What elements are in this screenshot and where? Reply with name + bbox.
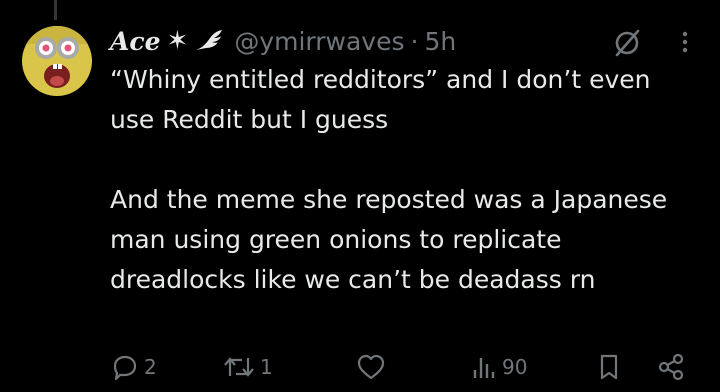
repost-icon (224, 357, 254, 377)
thread-line (54, 0, 57, 20)
bookmark-icon (600, 354, 618, 380)
more-icon[interactable] (676, 30, 694, 60)
repost-button[interactable]: 1 (222, 352, 273, 382)
timestamp[interactable]: 5h (424, 27, 456, 56)
repost-count: 1 (260, 355, 273, 379)
view-count: 90 (502, 355, 528, 379)
user-handle[interactable]: @ymirrwaves (234, 27, 404, 56)
bookmark-button[interactable] (594, 352, 624, 382)
grok-icon[interactable] (612, 28, 642, 62)
like-button[interactable] (356, 352, 390, 382)
reply-icon (113, 355, 137, 381)
wing-icon (194, 28, 224, 54)
reply-button[interactable]: 2 (110, 352, 157, 382)
display-name[interactable]: Ace (110, 27, 161, 56)
views-icon (473, 358, 495, 378)
views-button[interactable]: 90 (470, 352, 527, 382)
share-icon (658, 353, 684, 381)
like-icon (357, 354, 385, 380)
tweet-header: Ace ✶ @ymirrwaves · 5h (110, 24, 456, 58)
separator-dot: · (410, 26, 419, 56)
action-bar: 2 1 90 (110, 352, 700, 388)
avatar[interactable] (22, 26, 92, 96)
tweet-text: “Whiny entitled redditors” and I don’t e… (110, 65, 668, 294)
star-icon: ✶ (166, 26, 189, 56)
reply-count: 2 (144, 355, 157, 379)
share-button[interactable] (656, 352, 686, 382)
